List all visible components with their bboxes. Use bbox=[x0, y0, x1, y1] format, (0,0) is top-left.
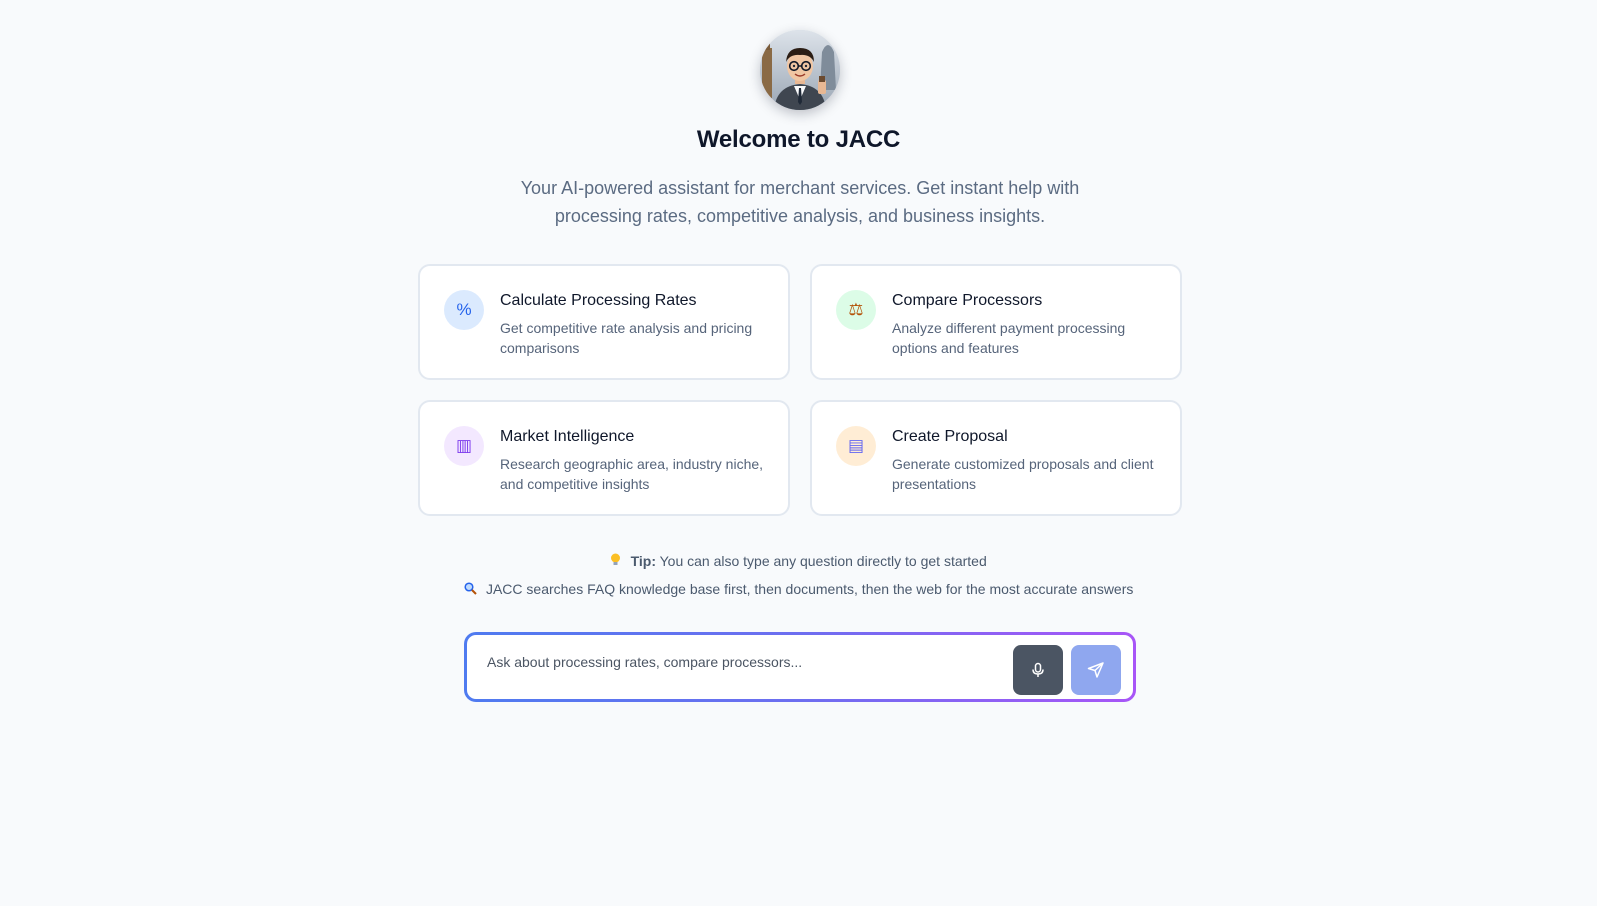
card-description: Generate customized proposals and client… bbox=[892, 456, 1154, 492]
card-title: Calculate Processing Rates bbox=[500, 292, 697, 309]
card-create-proposal[interactable]: ▤ Create Proposal Generate customized pr… bbox=[810, 400, 1182, 516]
lightbulb-icon bbox=[610, 553, 624, 569]
chat-composer-inner bbox=[467, 635, 1133, 699]
tip-label: Tip: bbox=[630, 553, 656, 569]
card-description: Analyze different payment processing opt… bbox=[892, 320, 1126, 356]
card-title: Compare Processors bbox=[892, 292, 1043, 309]
assistant-avatar bbox=[760, 30, 840, 110]
bar-chart-icon: ▥ bbox=[444, 426, 484, 466]
page-subtitle: Your AI-powered assistant for merchant s… bbox=[520, 178, 1080, 226]
microphone-button[interactable] bbox=[1013, 645, 1063, 695]
microphone-icon bbox=[1032, 662, 1044, 677]
avatar-portrait-image bbox=[760, 30, 840, 110]
search-info-line: JACC searches FAQ knowledge base first, … bbox=[0, 581, 1597, 597]
magnifier-icon bbox=[464, 582, 480, 597]
card-title: Create Proposal bbox=[892, 428, 1008, 445]
card-description: Research geographic area, industry niche… bbox=[500, 456, 764, 492]
card-description: Get competitive rate analysis and pricin… bbox=[500, 320, 753, 356]
send-icon bbox=[1087, 662, 1104, 678]
chat-composer bbox=[464, 632, 1136, 702]
chat-input[interactable] bbox=[485, 649, 1009, 675]
document-icon: ▤ bbox=[836, 426, 876, 466]
percent-icon: % bbox=[444, 290, 484, 330]
page-title: Welcome to JACC bbox=[696, 126, 901, 153]
tip-line: Tip: You can also type any question dire… bbox=[0, 553, 1597, 569]
card-title: Market Intelligence bbox=[500, 428, 635, 445]
search-info-text: JACC searches FAQ knowledge base first, … bbox=[485, 581, 1134, 597]
card-calculate-processing-rates[interactable]: % Calculate Processing Rates Get competi… bbox=[418, 264, 790, 380]
card-compare-processors[interactable]: ⚖ Compare Processors Analyze different p… bbox=[810, 264, 1182, 380]
welcome-page: Welcome to JACC Your AI-powered assistan… bbox=[0, 0, 1597, 906]
send-button[interactable] bbox=[1071, 645, 1121, 695]
card-market-intelligence[interactable]: ▥ Market Intelligence Research geographi… bbox=[418, 400, 790, 516]
tip-text: You can also type any question directly … bbox=[655, 553, 987, 569]
scales-icon: ⚖ bbox=[836, 290, 876, 330]
